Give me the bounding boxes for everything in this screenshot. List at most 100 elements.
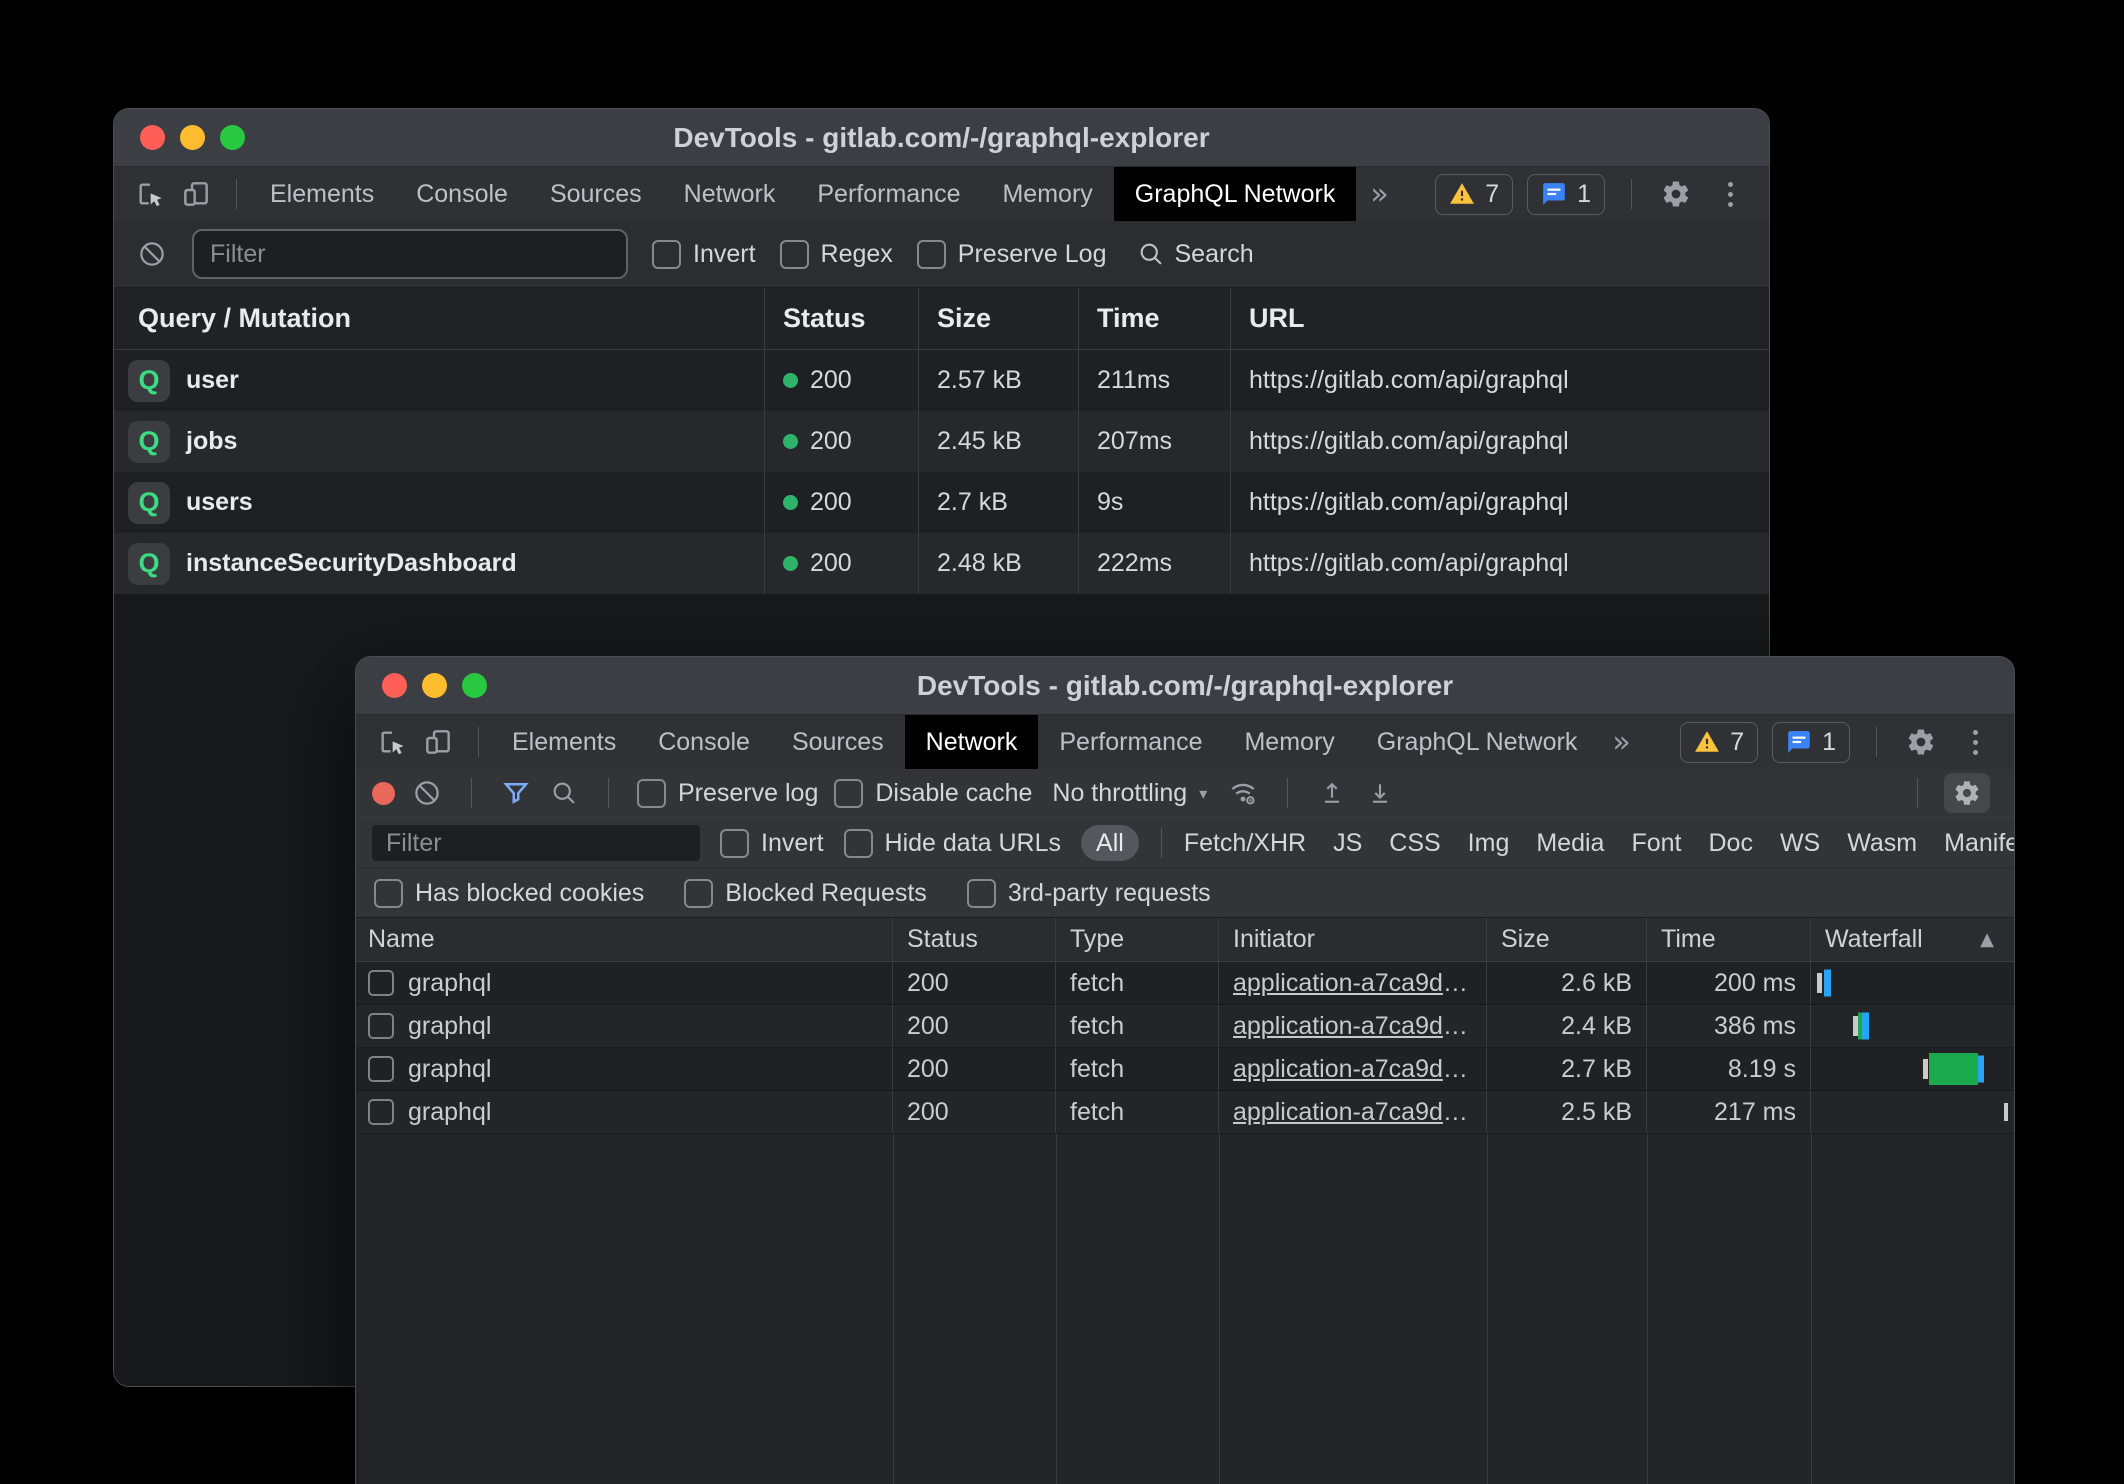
regex-checkbox[interactable] [780, 240, 809, 269]
preserve-log-checkbox[interactable] [637, 779, 666, 808]
network-conditions-icon[interactable] [1227, 777, 1259, 809]
throttling-dropdown[interactable]: No throttling ▾ [1048, 779, 1211, 808]
type-filter-css[interactable]: CSS [1389, 829, 1440, 858]
column-header-waterfall[interactable]: Waterfall▲ [1811, 918, 2014, 961]
tab-elements[interactable]: Elements [249, 167, 395, 221]
invert-checkbox[interactable] [720, 829, 749, 858]
disable-cache-checkbox[interactable] [834, 779, 863, 808]
type-filter-wasm[interactable]: Wasm [1847, 829, 1917, 858]
settings-gear-icon[interactable] [1903, 724, 1939, 760]
initiator-link[interactable]: application-a7ca9d0… [1233, 1055, 1472, 1084]
messages-badge[interactable]: 1 [1527, 174, 1605, 215]
third-party-requests-checkbox-group[interactable]: 3rd-party requests [967, 879, 1211, 908]
tab-memory[interactable]: Memory [1223, 715, 1355, 769]
tab-memory[interactable]: Memory [981, 167, 1113, 221]
more-options-icon[interactable] [1963, 730, 1988, 755]
device-toolbar-icon[interactable] [178, 176, 214, 212]
type-filter-doc[interactable]: Doc [1708, 829, 1752, 858]
tab-elements[interactable]: Elements [491, 715, 637, 769]
messages-badge[interactable]: 1 [1772, 722, 1850, 763]
has-blocked-cookies-checkbox[interactable] [374, 879, 403, 908]
table-row[interactable]: Qjobs 200 2.45 kB 207ms https://gitlab.c… [114, 411, 1769, 472]
has-blocked-cookies-checkbox-group[interactable]: Has blocked cookies [374, 879, 644, 908]
column-header-time[interactable]: Time [1647, 918, 1811, 961]
tab-graphql-network[interactable]: GraphQL Network [1356, 715, 1599, 769]
hide-data-urls-checkbox-group[interactable]: Hide data URLs [844, 829, 1061, 858]
disable-cache-checkbox-group[interactable]: Disable cache [834, 779, 1032, 808]
more-options-icon[interactable] [1718, 182, 1743, 207]
preserve-log-checkbox-group[interactable]: Preserve log [637, 779, 818, 808]
table-row[interactable]: graphql 200 fetch application-a7ca9d0… 2… [356, 1091, 2014, 1134]
filter-input[interactable] [372, 825, 700, 861]
type-filter-all[interactable]: All [1081, 825, 1139, 861]
filter-input[interactable] [192, 229, 628, 279]
tab-performance[interactable]: Performance [1038, 715, 1223, 769]
warnings-badge[interactable]: 7 [1680, 722, 1758, 763]
invert-checkbox-group[interactable]: Invert [720, 829, 824, 858]
inspect-icon[interactable] [374, 724, 410, 760]
table-row[interactable]: graphql 200 fetch application-a7ca9d0… 2… [356, 962, 2014, 1005]
column-header-name[interactable]: Name [356, 918, 893, 961]
titlebar[interactable]: DevTools - gitlab.com/-/graphql-explorer [356, 657, 2014, 715]
invert-checkbox-group[interactable]: Invert [652, 240, 756, 269]
regex-checkbox-group[interactable]: Regex [780, 240, 893, 269]
row-checkbox[interactable] [368, 1056, 394, 1082]
tab-console[interactable]: Console [395, 167, 529, 221]
column-header-status[interactable]: Status [765, 288, 919, 349]
tab-graphql-network[interactable]: GraphQL Network [1114, 167, 1357, 221]
clear-icon[interactable] [411, 777, 443, 809]
column-header-time[interactable]: Time [1079, 288, 1231, 349]
row-checkbox[interactable] [368, 1013, 394, 1039]
initiator-link[interactable]: application-a7ca9d0… [1233, 1012, 1472, 1041]
filter-funnel-icon[interactable] [500, 777, 532, 809]
blocked-requests-checkbox-group[interactable]: Blocked Requests [684, 879, 927, 908]
tab-sources[interactable]: Sources [771, 715, 905, 769]
warnings-badge[interactable]: 7 [1435, 174, 1513, 215]
type-filter-js[interactable]: JS [1333, 829, 1362, 858]
column-header-size[interactable]: Size [1487, 918, 1647, 961]
initiator-link[interactable]: application-a7ca9d0… [1233, 969, 1472, 998]
initiator-link[interactable]: application-a7ca9d0… [1233, 1098, 1472, 1127]
clear-icon[interactable] [136, 238, 168, 270]
tab-network[interactable]: Network [905, 715, 1039, 769]
more-tabs-icon[interactable]: » [1598, 725, 1644, 760]
column-header-status[interactable]: Status [893, 918, 1056, 961]
column-header-type[interactable]: Type [1056, 918, 1219, 961]
row-checkbox[interactable] [368, 1099, 394, 1125]
import-har-icon[interactable] [1316, 777, 1348, 809]
record-button[interactable] [372, 782, 395, 805]
table-row[interactable]: Quser 200 2.57 kB 211ms https://gitlab.c… [114, 350, 1769, 411]
row-checkbox[interactable] [368, 970, 394, 996]
device-toolbar-icon[interactable] [420, 724, 456, 760]
table-row[interactable]: QinstanceSecurityDashboard 200 2.48 kB 2… [114, 533, 1769, 594]
tab-sources[interactable]: Sources [529, 167, 663, 221]
column-header-initiator[interactable]: Initiator [1219, 918, 1487, 961]
tab-performance[interactable]: Performance [796, 167, 981, 221]
search-icon[interactable] [548, 777, 580, 809]
column-header-query-mutation[interactable]: Query / Mutation [114, 288, 765, 349]
table-row[interactable]: graphql 200 fetch application-a7ca9d0… 2… [356, 1005, 2014, 1048]
inspect-icon[interactable] [132, 176, 168, 212]
more-tabs-icon[interactable]: » [1356, 177, 1402, 212]
column-header-url[interactable]: URL [1231, 288, 1769, 349]
third-party-requests-checkbox[interactable] [967, 879, 996, 908]
table-row[interactable]: Qusers 200 2.7 kB 9s https://gitlab.com/… [114, 472, 1769, 533]
preserve-log-checkbox[interactable] [917, 240, 946, 269]
invert-checkbox[interactable] [652, 240, 681, 269]
preserve-log-checkbox-group[interactable]: Preserve Log [917, 240, 1107, 269]
titlebar[interactable]: DevTools - gitlab.com/-/graphql-explorer [114, 109, 1769, 167]
type-filter-manifest[interactable]: Manifest [1944, 829, 2015, 858]
search-button[interactable]: Search [1137, 240, 1254, 269]
tab-network[interactable]: Network [663, 167, 797, 221]
export-har-icon[interactable] [1364, 777, 1396, 809]
network-settings-gear-icon[interactable] [1944, 773, 1990, 813]
type-filter-ws[interactable]: WS [1780, 829, 1820, 858]
column-header-size[interactable]: Size [919, 288, 1079, 349]
table-row[interactable]: graphql 200 fetch application-a7ca9d0… 2… [356, 1048, 2014, 1091]
type-filter-media[interactable]: Media [1536, 829, 1604, 858]
tab-console[interactable]: Console [637, 715, 771, 769]
blocked-requests-checkbox[interactable] [684, 879, 713, 908]
hide-data-urls-checkbox[interactable] [844, 829, 873, 858]
type-filter-font[interactable]: Font [1631, 829, 1681, 858]
type-filter-fetch-xhr[interactable]: Fetch/XHR [1184, 829, 1306, 858]
